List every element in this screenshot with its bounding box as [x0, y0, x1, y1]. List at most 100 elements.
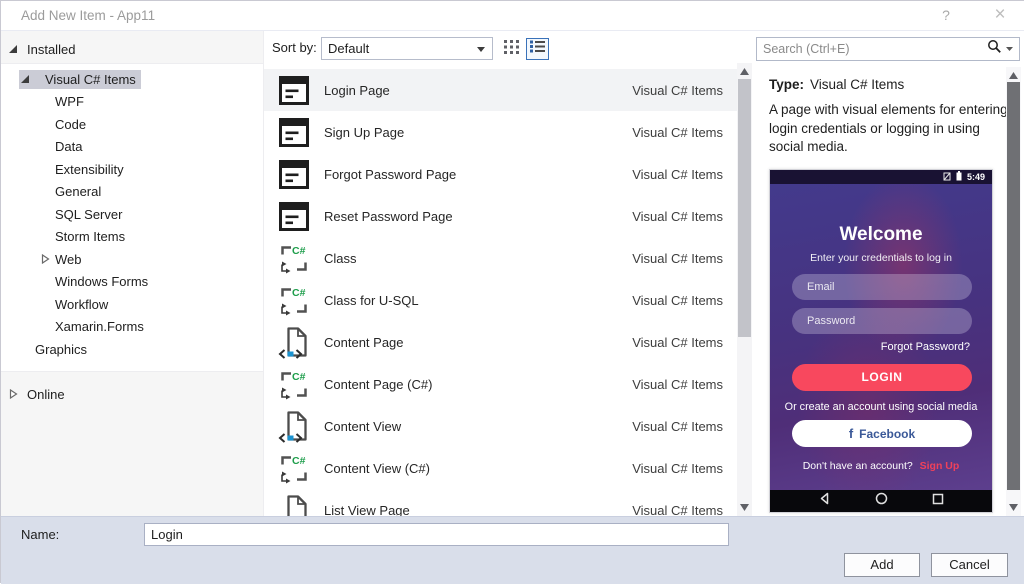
close-button[interactable]: ×: [983, 1, 1017, 29]
list-item-content-view[interactable]: Content ViewVisual C# Items: [264, 405, 737, 447]
csharp-class-icon: C#: [277, 452, 310, 485]
sidebar-item-workflow[interactable]: Workflow: [1, 293, 263, 316]
facebook-icon: f: [849, 426, 853, 441]
form-page-icon: [277, 74, 310, 107]
category-tree: Visual C# Items WPFCode Data Extensibility G…: [1, 63, 264, 372]
dialog-body: Installed Visual C# Items WPFCode Data Exte…: [1, 31, 1024, 516]
android-home-icon: [875, 492, 888, 510]
sidebar-item-label: Storm Items: [55, 229, 125, 244]
item-name: Sign Up Page: [324, 125, 404, 140]
svg-text:C#: C#: [292, 371, 306, 383]
scroll-down-icon[interactable]: [740, 504, 749, 511]
sidebar-item-label: Extensibility: [55, 162, 124, 177]
item-name: Class: [324, 251, 357, 266]
phone-statusbar: 5:49: [770, 170, 992, 184]
search-icon[interactable]: [987, 39, 1002, 59]
scroll-thumb[interactable]: [1007, 82, 1020, 490]
list-item-content-page-c[interactable]: C#Content Page (C#)Visual C# Items: [264, 363, 737, 405]
sort-by-dropdown[interactable]: Default: [321, 37, 493, 60]
sidebar-item-label: Workflow: [55, 297, 108, 312]
sidebar-item-web[interactable]: Web: [1, 248, 263, 271]
item-name: Content Page (C#): [324, 377, 432, 392]
view-grid-button[interactable]: [500, 38, 523, 60]
tree-collapsed-icon[interactable]: [41, 254, 55, 264]
scroll-down-icon[interactable]: [1009, 504, 1018, 511]
window-titlebar: Add New Item - App11 ? ×: [1, 1, 1024, 31]
preview-facebook-button: f Facebook: [792, 420, 972, 447]
tree-expanded-icon[interactable]: [21, 75, 45, 84]
item-list: Login PageVisual C# ItemsSign Up PageVis…: [264, 63, 737, 516]
list-item-content-page[interactable]: Content PageVisual C# Items: [264, 321, 737, 363]
search-dropdown-icon[interactable]: [1006, 47, 1013, 51]
item-name: Class for U-SQL: [324, 293, 419, 308]
account-question: Don't have an account?: [803, 460, 913, 472]
xaml-page-icon: [277, 494, 310, 517]
list-toolbar: Sort by: Default: [264, 31, 753, 63]
sort-by-label: Sort by:: [272, 40, 317, 55]
list-item-forgot-password-page[interactable]: Forgot Password PageVisual C# Items: [264, 153, 737, 195]
name-input[interactable]: [144, 523, 729, 546]
list-item-class[interactable]: C#ClassVisual C# Items: [264, 237, 737, 279]
details-scrollbar[interactable]: [1006, 67, 1021, 516]
preview-password-field: Password: [792, 308, 972, 334]
sidebar-item-online[interactable]: Online: [1, 383, 263, 405]
search-input[interactable]: [757, 42, 987, 56]
scroll-up-icon[interactable]: [1009, 72, 1018, 79]
list-item-login-page[interactable]: Login Page Visual C# Items: [264, 69, 737, 111]
cancel-button[interactable]: Cancel: [931, 553, 1008, 577]
list-item-reset-password-page[interactable]: Reset Password PageVisual C# Items: [264, 195, 737, 237]
type-label: Type:: [769, 77, 804, 92]
item-group: Visual C# Items: [632, 83, 723, 98]
sidebar-item-data[interactable]: Data: [1, 136, 263, 159]
xaml-page-icon: [277, 326, 310, 359]
add-button[interactable]: Add: [844, 553, 920, 577]
preview-email-field: Email: [792, 274, 972, 300]
item-name: Reset Password Page: [324, 209, 453, 224]
dialog-footer: Name: Add Cancel: [1, 516, 1024, 584]
sidebar-item-label: Installed: [27, 42, 75, 57]
sidebar-item-label: Visual C# Items: [45, 72, 136, 87]
name-label: Name:: [21, 527, 59, 542]
tree-expanded-icon[interactable]: [9, 45, 20, 54]
sidebar-item-xamarin-forms[interactable]: Xamarin.Forms: [1, 316, 263, 339]
sidebar-item-visual-c-items[interactable]: Visual C# Items: [1, 68, 263, 91]
list-item-list-view-page[interactable]: List View Page Visual C# Items: [264, 489, 737, 516]
sidebar-item-wpf[interactable]: WPF: [1, 91, 263, 114]
sidebar-item-storm-items[interactable]: Storm Items: [1, 226, 263, 249]
sidebar-item-general[interactable]: General: [1, 181, 263, 204]
sidebar-item-installed[interactable]: Installed: [1, 38, 263, 60]
scroll-up-icon[interactable]: [740, 68, 749, 75]
item-name: List View Page: [324, 503, 410, 517]
list-scrollbar[interactable]: [737, 63, 752, 516]
sidebar-item-code[interactable]: Code: [1, 113, 263, 136]
list-item-sign-up-page[interactable]: Sign Up PageVisual C# Items: [264, 111, 737, 153]
sidebar-item-sql-server[interactable]: SQL Server: [1, 203, 263, 226]
phone-screen: Welcome Enter your credentials to log in…: [770, 184, 992, 492]
sidebar-item-graphics[interactable]: Graphics: [1, 338, 263, 361]
type-line: Type:Visual C# Items: [769, 77, 904, 92]
tree-collapsed-icon[interactable]: [9, 389, 20, 399]
facebook-label: Facebook: [859, 427, 915, 441]
search-box[interactable]: [756, 37, 1020, 61]
sidebar-item-windows-forms[interactable]: Windows Forms: [1, 271, 263, 294]
form-page-icon: [277, 158, 310, 191]
item-name: Login Page: [324, 83, 390, 98]
item-group: Visual C# Items: [632, 335, 723, 350]
xaml-page-icon: [277, 410, 310, 443]
item-group: Visual C# Items: [632, 251, 723, 266]
scroll-thumb[interactable]: [738, 79, 751, 337]
view-list-button[interactable]: [526, 38, 549, 60]
sidebar-item-extensibility[interactable]: Extensibility: [1, 158, 263, 181]
svg-text:C#: C#: [292, 287, 306, 299]
item-group: Visual C# Items: [632, 503, 723, 517]
sidebar-item-label: Data: [55, 139, 82, 154]
item-group: Visual C# Items: [632, 461, 723, 476]
help-button[interactable]: ?: [929, 1, 963, 29]
grid-view-icon: [504, 40, 519, 59]
sort-by-value: Default: [328, 41, 369, 56]
form-page-icon: [277, 200, 310, 233]
item-name: Forgot Password Page: [324, 167, 456, 182]
list-item-class-for-u-sql[interactable]: C#Class for U-SQLVisual C# Items: [264, 279, 737, 321]
list-item-content-view-c[interactable]: C#Content View (C#)Visual C# Items: [264, 447, 737, 489]
form-page-icon: [277, 116, 310, 149]
